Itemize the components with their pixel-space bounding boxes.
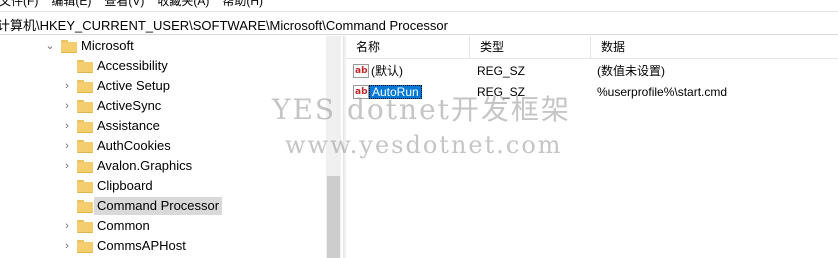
chevron-right-icon[interactable]: › xyxy=(62,116,72,136)
tree-item-accessibility[interactable]: Accessibility xyxy=(0,56,326,76)
registry-tree: ⌄ Microsoft Accessibility › Active Setup… xyxy=(0,36,343,258)
column-header-type[interactable]: 类型 xyxy=(470,36,591,58)
folder-icon xyxy=(77,240,93,253)
tree-item-label: ActiveSync xyxy=(97,98,162,113)
chevron-right-icon[interactable]: › xyxy=(62,156,72,176)
scrollbar-thumb[interactable] xyxy=(327,176,340,258)
folder-icon xyxy=(77,60,93,73)
tree-item-commsaphost[interactable]: › CommsAPHost xyxy=(0,236,326,256)
tree-item-clipboard[interactable]: Clipboard xyxy=(0,176,326,196)
tree-item-common[interactable]: › Common xyxy=(0,216,326,236)
tree-item-label: Assistance xyxy=(97,118,160,133)
list-header: 名称 类型 数据 xyxy=(346,36,838,59)
chevron-right-icon[interactable]: › xyxy=(62,76,72,96)
folder-icon xyxy=(77,180,93,193)
folder-icon xyxy=(77,140,93,153)
address-bar[interactable]: 计算机\HKEY_CURRENT_USER\SOFTWARE\Microsoft… xyxy=(0,11,838,35)
tree-item-assistance[interactable]: › Assistance xyxy=(0,116,326,136)
values-list: 名称 类型 数据 ab (默认) REG_SZ (数值未设置) ab AutoR… xyxy=(346,36,838,258)
tree-item-command-processor[interactable]: Command Processor xyxy=(0,196,326,216)
folder-icon xyxy=(77,160,93,173)
value-data: (数值未设置) xyxy=(597,64,665,78)
chevron-down-icon[interactable]: ⌄ xyxy=(45,36,55,56)
tree-item-label: Common xyxy=(97,218,150,233)
reg-string-icon: ab xyxy=(353,85,369,99)
menu-file[interactable]: 文件(F) xyxy=(0,0,38,9)
list-row-autorun[interactable]: ab AutoRun REG_SZ %userprofile%\start.cm… xyxy=(346,82,838,102)
tree-item-label: Clipboard xyxy=(97,178,153,193)
menu-favorites[interactable]: 收藏夹(A) xyxy=(157,0,209,9)
tree-item-authcookies[interactable]: › AuthCookies xyxy=(0,136,326,156)
tree-item-label: AuthCookies xyxy=(97,138,171,153)
address-path[interactable]: 计算机\HKEY_CURRENT_USER\SOFTWARE\Microsoft… xyxy=(0,15,448,34)
folder-icon xyxy=(77,80,93,93)
value-data: %userprofile%\start.cmd xyxy=(597,85,728,99)
tree-item-microsoft[interactable]: ⌄ Microsoft xyxy=(0,36,326,56)
tree-item-avalon-graphics[interactable]: › Avalon.Graphics xyxy=(0,156,326,176)
folder-icon xyxy=(77,120,93,133)
reg-string-icon: ab xyxy=(353,64,369,78)
value-name: (默认) xyxy=(371,64,403,78)
chevron-right-icon[interactable]: › xyxy=(62,216,72,236)
chevron-right-icon[interactable]: › xyxy=(62,236,72,256)
menu-view[interactable]: 查看(V) xyxy=(104,0,144,9)
folder-open-icon xyxy=(61,40,77,53)
tree-item-label: Accessibility xyxy=(97,58,168,73)
folder-icon xyxy=(77,220,93,233)
chevron-right-icon[interactable]: › xyxy=(62,96,72,116)
chevron-right-icon[interactable]: › xyxy=(62,136,72,156)
tree-scrollbar[interactable] xyxy=(326,36,341,258)
column-header-data[interactable]: 数据 xyxy=(591,36,838,58)
tree-item-label: Active Setup xyxy=(97,78,170,93)
value-name-selected: AutoRun xyxy=(369,85,422,99)
tree-item-label-selected: Command Processor xyxy=(94,197,223,215)
tree-item-label: Microsoft xyxy=(81,38,134,53)
column-header-name[interactable]: 名称 xyxy=(346,36,470,58)
folder-icon xyxy=(77,200,93,213)
tree-item-label: CommsAPHost xyxy=(97,238,186,253)
list-row-default[interactable]: ab (默认) REG_SZ (数值未设置) xyxy=(346,61,838,81)
tree-item-activesync[interactable]: › ActiveSync xyxy=(0,96,326,116)
tree-item-active-setup[interactable]: › Active Setup xyxy=(0,76,326,96)
value-type: REG_SZ xyxy=(477,85,526,99)
menubar: 文件(F) 编辑(E) 查看(V) 收藏夹(A) 帮助(H) xyxy=(0,0,276,9)
value-type: REG_SZ xyxy=(477,64,526,78)
menu-help[interactable]: 帮助(H) xyxy=(222,0,263,9)
folder-icon xyxy=(77,100,93,113)
tree-item-label: Avalon.Graphics xyxy=(97,158,193,173)
menu-edit[interactable]: 编辑(E) xyxy=(51,0,91,9)
